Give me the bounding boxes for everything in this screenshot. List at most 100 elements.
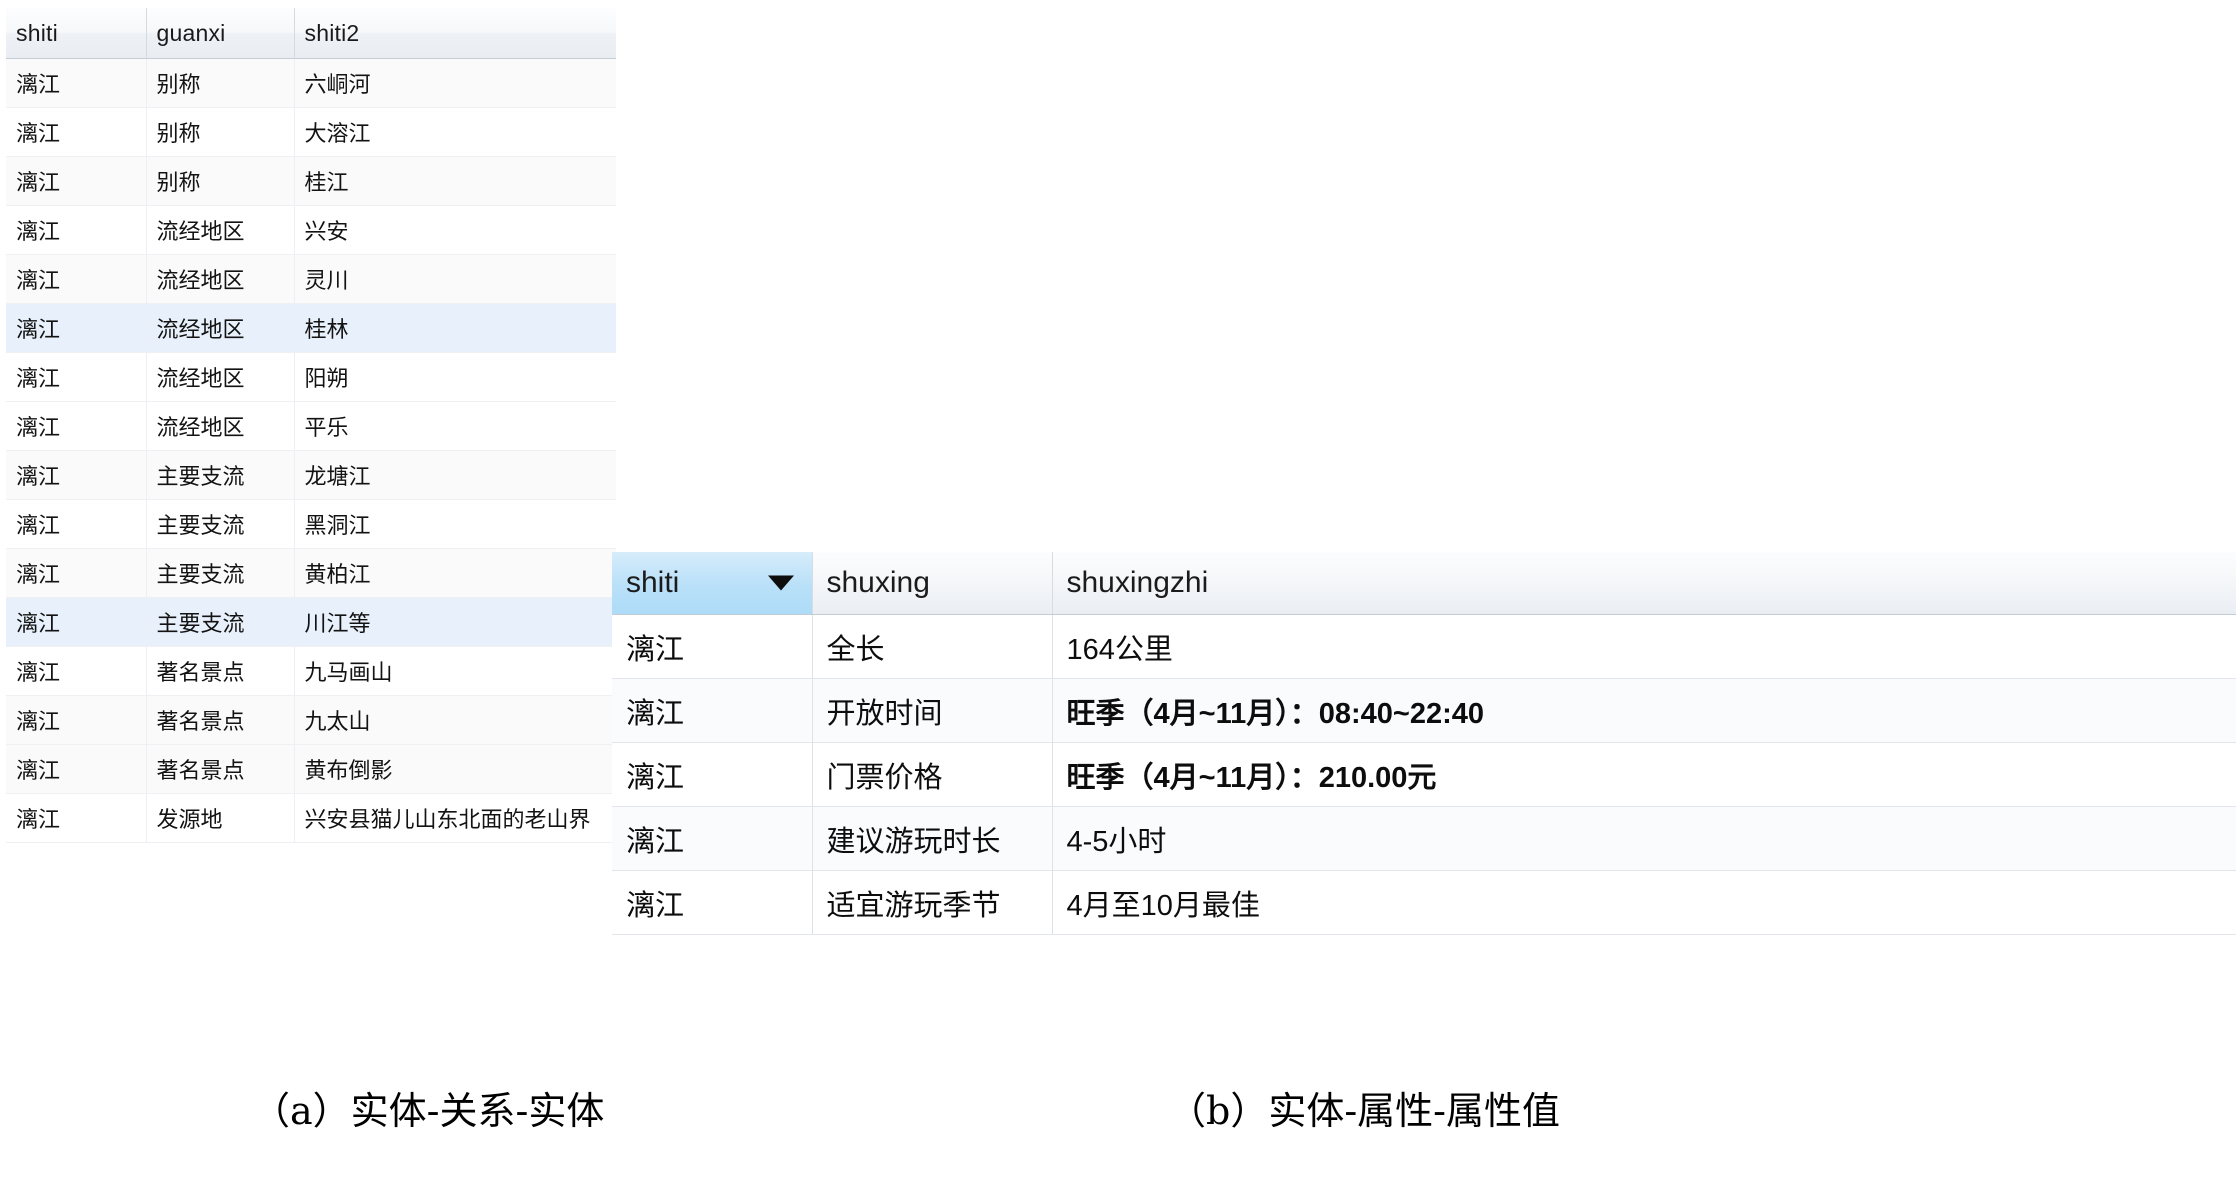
table-row[interactable]: 漓江 开放时间 旺季（4月~11月）：08:40~22:40 [612,678,2236,743]
cell-attribute: 开放时间 [812,678,1053,743]
cell-entity2: 九太山 [294,695,616,745]
table-row[interactable]: 漓江 全长 164公里 [612,614,2236,679]
figure-caption-b: （b）实体-属性-属性值 [1168,1089,1561,1133]
table-row[interactable]: 漓江 流经地区 兴安 [6,205,616,255]
cell-entity2: 阳朔 [294,352,616,402]
column-header-shuxing[interactable]: shuxing [812,552,1053,615]
cell-entity: 漓江 [6,352,147,402]
table-row[interactable]: 漓江 发源地 兴安县猫儿山东北面的老山界 [6,793,616,843]
cell-attribute-value: 旺季（4月~11月）：210.00元 [1052,742,2236,807]
cell-relation: 主要支流 [146,597,295,647]
cell-entity2: 桂林 [294,303,616,353]
cell-entity: 漓江 [6,597,147,647]
cell-entity: 漓江 [6,744,147,794]
cell-entity: 漓江 [6,450,147,500]
cell-entity: 漓江 [612,742,813,807]
table-row[interactable]: 漓江 建议游玩时长 4-5小时 [612,806,2236,871]
cell-entity2: 平乐 [294,401,616,451]
table-row[interactable]: 漓江 流经地区 平乐 [6,401,616,451]
cell-relation: 著名景点 [146,646,295,696]
cell-attribute: 门票价格 [812,742,1053,807]
cell-relation: 主要支流 [146,499,295,549]
cell-entity2: 桂江 [294,156,616,206]
cell-attribute-value: 4月至10月最佳 [1052,870,2236,935]
cell-entity2: 龙塘江 [294,450,616,500]
table-row-selected[interactable]: 漓江 主要支流 川江等 [6,597,616,647]
table-row[interactable]: 漓江 著名景点 黄布倒影 [6,744,616,794]
cell-relation: 著名景点 [146,695,295,745]
cell-relation: 主要支流 [146,450,295,500]
column-header-shiti-label: shiti [626,566,680,599]
column-header-guanxi[interactable]: guanxi [146,8,295,59]
cell-entity: 漓江 [612,870,813,935]
cell-relation: 别称 [146,156,295,206]
column-header-shiti[interactable]: shiti [6,8,147,59]
cell-entity2: 黄布倒影 [294,744,616,794]
cell-attribute-value: 旺季（4月~11月）：08:40~22:40 [1052,678,2236,743]
table-row[interactable]: 漓江 流经地区 灵川 [6,254,616,304]
table-row[interactable]: 漓江 别称 大溶江 [6,107,616,157]
cell-relation: 流经地区 [146,303,295,353]
cell-entity2: 川江等 [294,597,616,647]
cell-entity: 漓江 [612,806,813,871]
table-row[interactable]: 漓江 著名景点 九太山 [6,695,616,745]
cell-entity: 漓江 [6,107,147,157]
cell-entity: 漓江 [612,678,813,743]
figure-caption-a: （a）实体-关系-实体 [252,1089,605,1133]
column-header-shuxingzhi[interactable]: shuxingzhi [1052,552,2236,615]
table-row[interactable]: 漓江 流经地区 阳朔 [6,352,616,402]
table-row-selected[interactable]: 漓江 流经地区 桂林 [6,303,616,353]
cell-entity: 漓江 [6,548,147,598]
cell-entity: 漓江 [6,156,147,206]
table-a-header-row: shiti guanxi shiti2 [6,8,616,59]
table-b-body: 漓江 全长 164公里 漓江 开放时间 旺季（4月~11月）：08:40~22:… [612,614,2236,935]
cell-entity2: 兴安 [294,205,616,255]
cell-entity: 漓江 [6,254,147,304]
cell-relation: 别称 [146,58,295,108]
cell-relation: 流经地区 [146,205,295,255]
cell-relation: 著名景点 [146,744,295,794]
cell-entity: 漓江 [6,695,147,745]
column-header-shiti[interactable]: shiti [612,552,813,615]
cell-entity2: 灵川 [294,254,616,304]
cell-entity2: 大溶江 [294,107,616,157]
table-row[interactable]: 漓江 主要支流 黄柏江 [6,548,616,598]
cell-attribute: 建议游玩时长 [812,806,1053,871]
cell-entity2: 黄柏江 [294,548,616,598]
cell-entity: 漓江 [6,401,147,451]
table-row[interactable]: 漓江 别称 六峒河 [6,58,616,108]
table-row[interactable]: 漓江 主要支流 黑洞江 [6,499,616,549]
cell-entity2: 九马画山 [294,646,616,696]
table-row[interactable]: 漓江 主要支流 龙塘江 [6,450,616,500]
table-row[interactable]: 漓江 著名景点 九马画山 [6,646,616,696]
cell-entity: 漓江 [6,499,147,549]
cell-relation: 别称 [146,107,295,157]
cell-entity: 漓江 [6,303,147,353]
cell-relation: 流经地区 [146,352,295,402]
entity-relation-entity-table: shiti guanxi shiti2 漓江 别称 六峒河 漓江 别称 大溶江 … [6,8,616,843]
cell-attribute-value: 164公里 [1052,614,2236,679]
cell-relation: 流经地区 [146,254,295,304]
cell-entity: 漓江 [612,614,813,679]
table-a-body: 漓江 别称 六峒河 漓江 别称 大溶江 漓江 别称 桂江 漓江 流经地区 兴安 … [6,58,616,843]
cell-entity2: 兴安县猫儿山东北面的老山界 [294,793,616,843]
entity-attribute-value-table: shiti shuxing shuxingzhi 漓江 全长 164公里 漓江 … [612,552,2236,935]
cell-attribute: 全长 [812,614,1053,679]
cell-relation: 流经地区 [146,401,295,451]
cell-attribute: 适宜游玩季节 [812,870,1053,935]
table-b-header-row: shiti shuxing shuxingzhi [612,552,2236,615]
table-row[interactable]: 漓江 别称 桂江 [6,156,616,206]
column-header-shiti2[interactable]: shiti2 [294,8,616,59]
cell-attribute-value: 4-5小时 [1052,806,2236,871]
cell-entity: 漓江 [6,646,147,696]
table-row[interactable]: 漓江 门票价格 旺季（4月~11月）：210.00元 [612,742,2236,807]
cell-relation: 主要支流 [146,548,295,598]
cell-relation: 发源地 [146,793,295,843]
cell-entity2: 六峒河 [294,58,616,108]
cell-entity2: 黑洞江 [294,499,616,549]
table-row[interactable]: 漓江 适宜游玩季节 4月至10月最佳 [612,870,2236,935]
chevron-down-icon[interactable] [767,575,794,591]
cell-entity: 漓江 [6,58,147,108]
cell-entity: 漓江 [6,205,147,255]
cell-entity: 漓江 [6,793,147,843]
